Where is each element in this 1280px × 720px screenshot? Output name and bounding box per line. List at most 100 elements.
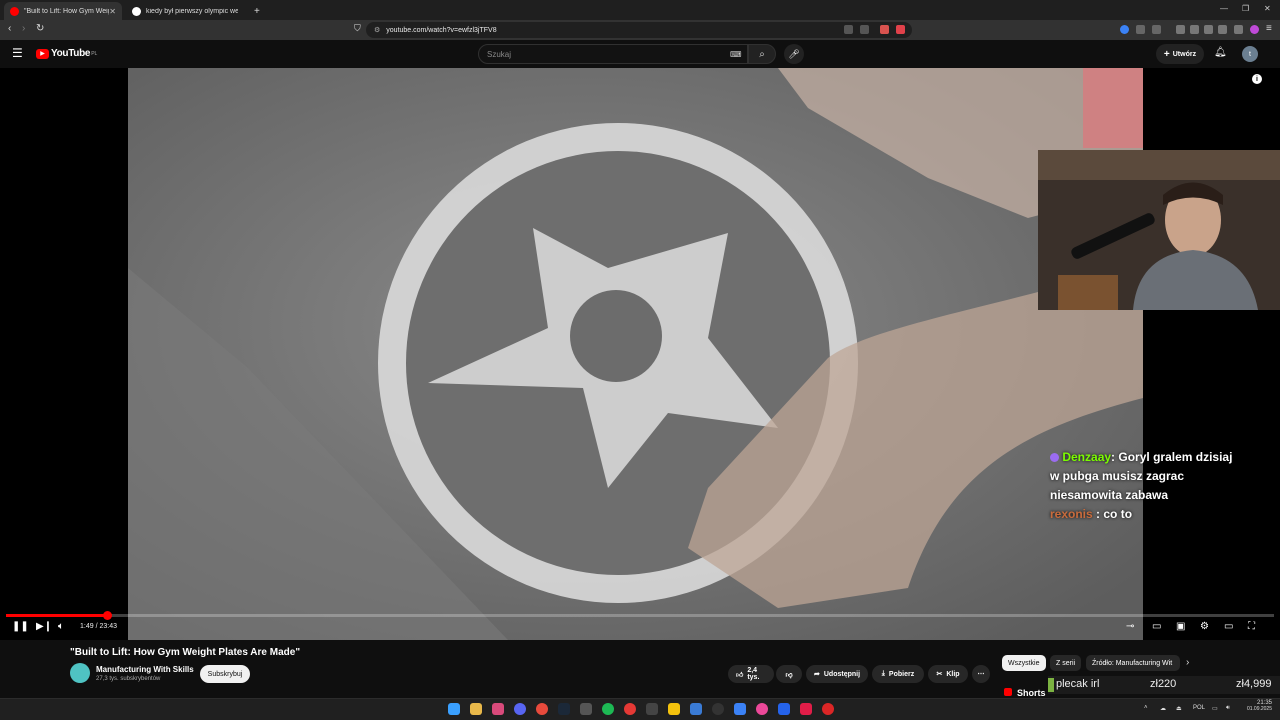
pause-icon[interactable]: ❚❚ (12, 621, 29, 632)
music-icon[interactable] (1176, 25, 1185, 34)
thumbs-down-icon: 👎︎ (785, 671, 793, 679)
avatar[interactable]: t (1242, 46, 1258, 62)
chip-from-source[interactable]: Źródło: Manufacturing Wit (1086, 655, 1180, 671)
chip-all[interactable]: Wszystkie (1002, 655, 1046, 671)
app-icon[interactable] (646, 703, 658, 715)
app-icon[interactable] (822, 703, 834, 715)
chevron-right-icon[interactable]: › (1186, 657, 1189, 668)
miniplayer-icon[interactable]: ▣ (1176, 621, 1185, 632)
share-button[interactable]: ➦ Udostępnij (806, 665, 868, 683)
share-icon[interactable] (860, 25, 869, 34)
subtitles-icon[interactable]: ▭ (1152, 621, 1161, 632)
volume-tray-icon[interactable]: 🔊︎ (1226, 705, 1230, 712)
search-button[interactable]: ⌕ (748, 44, 776, 64)
tab-title: "Built to Lift: How Gym Weig (24, 7, 110, 15)
brave-shield-icon[interactable] (880, 25, 889, 34)
windows-start-icon[interactable] (448, 703, 460, 715)
chat-colon: : (1092, 507, 1101, 521)
download-button[interactable]: ⤓ Pobierz (872, 665, 924, 683)
progress-scrubber-handle[interactable] (102, 611, 112, 620)
tray-chevron-up-icon[interactable]: ˄ (1144, 705, 1148, 711)
video-player[interactable]: i Denzaay: Goryl gralem dzisiaj w pubga … (0, 68, 1280, 640)
browser-tab[interactable]: kiedy był pierwszy olympic weightlift (126, 2, 244, 20)
app-icon[interactable] (492, 703, 504, 715)
brave-rewards-icon[interactable] (896, 25, 905, 34)
like-button[interactable]: 👍︎ 2,4 tys. (728, 665, 774, 683)
youtube-logo[interactable]: ▶ YouTube PL (36, 48, 97, 59)
address-bar[interactable]: ⚙ youtube.com/watch?v=ewfzl3jTFV8 (366, 22, 912, 38)
network-icon[interactable]: ▭ (1212, 705, 1218, 712)
app-icon[interactable] (580, 703, 592, 715)
keyboard-icon[interactable]: ⌨ (730, 50, 742, 59)
next-video-icon[interactable]: ▶❙ (36, 621, 52, 632)
app-icon[interactable] (778, 703, 790, 715)
search-input[interactable]: Szukaj (478, 44, 748, 64)
close-tab-icon[interactable]: ✕ (109, 7, 116, 16)
video-content-image (128, 68, 1143, 640)
menu-icon[interactable]: ≡ (1266, 23, 1272, 34)
forward-icon[interactable]: › (22, 23, 25, 34)
steam-icon[interactable] (558, 703, 570, 715)
scissors-icon: ✂ (936, 671, 943, 678)
clip-button[interactable]: ✂ Klip (928, 665, 968, 683)
close-window-icon[interactable]: ✕ (1264, 4, 1271, 13)
app-icon[interactable] (734, 703, 746, 715)
language-indicator[interactable]: POL (1193, 705, 1205, 711)
browser-tab-strip: "Built to Lift: How Gym Weig ✕ kiedy był… (0, 0, 1280, 20)
create-label: Utwórz (1172, 50, 1197, 58)
vpn-icon[interactable] (1234, 25, 1243, 34)
subscribe-button[interactable]: Subskrybuj (200, 665, 250, 683)
discord-icon[interactable] (514, 703, 526, 715)
info-icon[interactable]: i (1252, 74, 1262, 84)
settings-gear-icon[interactable]: ⚙ (1200, 621, 1209, 632)
extension-icon[interactable] (1152, 25, 1161, 34)
chat-username: Denzaay (1062, 450, 1112, 464)
chip-from-series[interactable]: Z serii (1050, 655, 1082, 671)
brave-browser-icon[interactable] (800, 703, 812, 715)
usb-icon[interactable]: ⏏ (1176, 705, 1182, 712)
create-button[interactable]: + Utwórz (1156, 44, 1204, 64)
dislike-button[interactable]: 👎︎ (776, 665, 802, 683)
app-icon[interactable] (624, 703, 636, 715)
hamburger-menu-icon[interactable]: ☰ (12, 46, 23, 60)
plus-icon: + (1163, 48, 1170, 60)
leo-ai-icon[interactable] (1250, 25, 1259, 34)
microphone-icon: 🎤︎ (788, 48, 800, 59)
obs-icon[interactable] (712, 703, 724, 715)
notes-icon[interactable] (668, 703, 680, 715)
youtube-favicon-icon (10, 6, 19, 16)
app-icon[interactable] (756, 703, 768, 715)
spotify-icon[interactable] (602, 703, 614, 715)
video-title: "Built to Lift: How Gym Weight Plates Ar… (70, 647, 301, 658)
bookmark-icon[interactable]: ⛉ (354, 23, 361, 34)
browser-tab-active[interactable]: "Built to Lift: How Gym Weig ✕ (4, 2, 122, 20)
chrome-icon[interactable] (536, 703, 548, 715)
site-info-icon[interactable]: ⚙ (374, 26, 380, 34)
install-app-icon[interactable] (844, 25, 853, 34)
autoplay-toggle[interactable]: ⊸ (1126, 621, 1134, 632)
cloud-icon[interactable]: ☁ (1160, 705, 1166, 712)
extension-icon[interactable] (1136, 25, 1145, 34)
theater-mode-icon[interactable]: ▭ (1224, 621, 1233, 632)
extension-icon[interactable] (1218, 25, 1227, 34)
file-explorer-icon[interactable] (470, 703, 482, 715)
channel-name[interactable]: Manufacturing With Skills (96, 665, 194, 674)
back-icon[interactable]: ‹ (8, 23, 11, 34)
new-tab-button[interactable]: + (248, 2, 264, 20)
fullscreen-icon[interactable]: ⛶ (1248, 621, 1255, 632)
taskbar-clock[interactable]: 21:35 01.09.2025 (1240, 700, 1272, 712)
volume-icon[interactable]: 🔈︎ (58, 621, 64, 632)
reload-icon[interactable]: ↻ (36, 23, 44, 34)
extension-icon[interactable] (1204, 25, 1213, 34)
video-frame (128, 68, 1143, 640)
extension-icon[interactable] (1120, 25, 1129, 34)
channel-avatar[interactable] (70, 663, 90, 683)
sidebar-icon[interactable] (1190, 25, 1199, 34)
maximize-icon[interactable]: ❐ (1242, 4, 1249, 13)
minimize-icon[interactable]: — (1220, 4, 1228, 13)
app-icon[interactable] (690, 703, 702, 715)
notifications-bell-icon[interactable]: 🔔︎ (1214, 47, 1227, 58)
voice-search-button[interactable]: 🎤︎ (784, 44, 804, 64)
progress-bar[interactable] (6, 611, 1274, 620)
more-actions-button[interactable]: ⋯ (972, 665, 990, 683)
